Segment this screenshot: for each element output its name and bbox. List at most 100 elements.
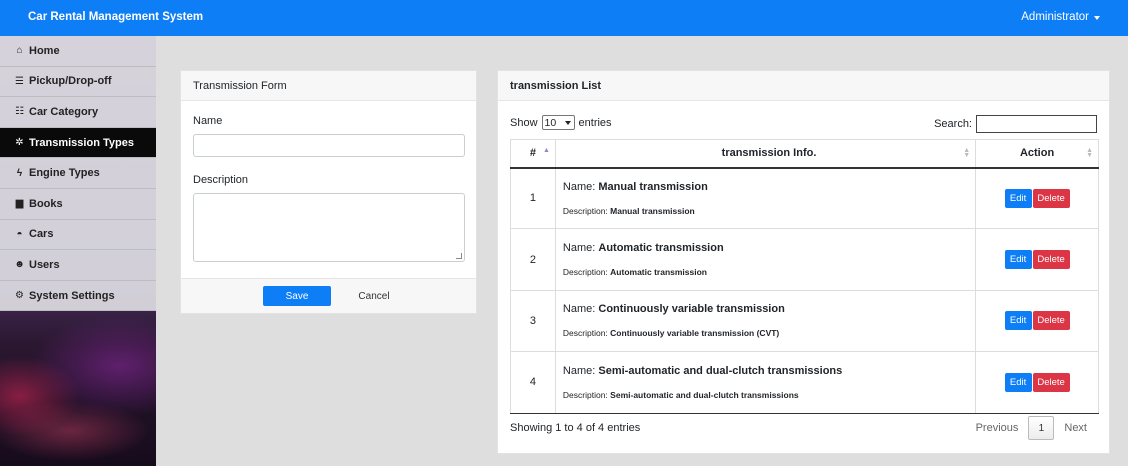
description-textarea[interactable]	[193, 193, 465, 262]
sidebar-item-label: Pickup/Drop-off	[29, 75, 112, 88]
delete-button[interactable]: Delete	[1032, 188, 1070, 208]
delete-button[interactable]: Delete	[1032, 250, 1070, 270]
sort-icon: ▲ ▼	[963, 147, 971, 159]
delete-button[interactable]: Delete	[1032, 311, 1070, 331]
save-button[interactable]: Save	[263, 286, 331, 306]
caret-down-icon	[1094, 15, 1100, 20]
cogs-icon: ⚙	[15, 290, 24, 302]
page-1-button[interactable]: 1	[1028, 416, 1055, 440]
description-value: Continuously variable transmission (CVT)	[610, 328, 780, 339]
sidebar-item-label: System Settings	[29, 289, 115, 302]
description-label: Description	[193, 174, 249, 186]
row-description: Description: Continuously variable trans…	[563, 328, 975, 338]
column-header-number[interactable]: # ▲	[510, 139, 556, 169]
sidebar-item-label: Engine Types	[29, 167, 100, 180]
edit-button[interactable]: Edit	[1004, 250, 1032, 270]
name-prefix: Name:	[562, 303, 596, 316]
sidebar-item-car-category[interactable]: ☷ Car Category	[0, 97, 156, 128]
description-prefix: Description:	[562, 328, 608, 339]
description-prefix: Description:	[562, 205, 608, 216]
name-value: Automatic transmission	[598, 242, 724, 255]
description-value: Automatic transmission	[610, 267, 707, 278]
edit-button[interactable]: Edit	[1004, 188, 1032, 208]
chevron-down-icon	[564, 121, 571, 125]
row-actions: Edit Delete	[975, 351, 1099, 414]
search-control: Search:	[934, 115, 1097, 133]
form-footer: Save Cancel	[181, 278, 476, 313]
search-input[interactable]	[976, 115, 1097, 133]
resize-grip-icon[interactable]	[456, 253, 462, 259]
row-description: Description: Semi-automatic and dual-clu…	[563, 390, 975, 400]
top-navbar: Car Rental Management System Administrat…	[0, 0, 1128, 36]
user-menu[interactable]: Administrator	[1021, 11, 1100, 23]
column-header-action[interactable]: Action ▲ ▼	[975, 139, 1099, 169]
description-value: Manual transmission	[610, 205, 695, 216]
row-number-text: 2	[529, 253, 537, 266]
sidebar-item-home[interactable]: ⌂ Home	[0, 36, 156, 67]
sidebar-item-label: Transmission Types	[29, 136, 134, 149]
row-name: Name: Manual transmission	[563, 181, 975, 193]
row-info: Name: Automatic transmission Description:…	[554, 228, 977, 291]
entries-value: 10	[544, 116, 557, 129]
edit-button[interactable]: Edit	[1004, 311, 1032, 331]
row-info: Name: Continuously variable transmission…	[554, 290, 977, 353]
row-actions: Edit Delete	[975, 228, 1099, 291]
form-title: Transmission Form	[181, 71, 476, 101]
pagination: Previous 1 Next	[966, 416, 1097, 440]
sidebar-item-label: Books	[29, 197, 63, 210]
row-number: 4	[510, 351, 556, 414]
row-name: Name: Automatic transmission	[563, 242, 975, 254]
column-header-info[interactable]: transmission Info. ▲ ▼	[554, 139, 977, 169]
previous-button[interactable]: Previous	[966, 422, 1029, 434]
row-number-text: 3	[529, 314, 537, 327]
transmission-list-card: transmission List Show 10 entries Search…	[497, 70, 1110, 454]
name-value: Continuously variable transmission	[598, 303, 785, 316]
table-row: 2 Name: Automatic transmission Description…	[510, 228, 1099, 291]
user-name: Administrator	[1021, 11, 1089, 23]
description-value: Semi-automatic and dual-clutch transmiss…	[610, 389, 799, 400]
row-description: Description: Manual transmission	[563, 206, 975, 216]
sidebar-item-books[interactable]: ▆ Books	[0, 188, 156, 220]
row-name: Name: Continuously variable transmission	[563, 303, 975, 315]
name-prefix: Name:	[562, 180, 596, 193]
next-button[interactable]: Next	[1054, 422, 1097, 434]
sidebar-item-transmission-types[interactable]: ✲ Transmission Types	[0, 127, 156, 159]
home-icon: ⌂	[16, 45, 23, 57]
name-value: Manual transmission	[598, 180, 708, 193]
delete-button[interactable]: Delete	[1032, 372, 1070, 392]
row-name: Name: Semi-automatic and dual-clutch tra…	[563, 365, 975, 377]
description-prefix: Description:	[562, 389, 608, 400]
list-ul-icon: ☷	[15, 106, 24, 118]
car-icon: ◓	[16, 228, 23, 240]
name-input[interactable]	[193, 134, 465, 157]
book-icon: ▆	[15, 198, 24, 210]
sidebar-item-system-settings[interactable]: ⚙ System Settings	[0, 280, 156, 312]
description-prefix: Description:	[562, 267, 608, 278]
table-row: 4 Name: Semi-automatic and dual-clutch tr…	[510, 351, 1099, 414]
name-label: Name	[193, 115, 223, 127]
sidebar-item-label: Home	[29, 44, 60, 57]
cancel-button[interactable]: Cancel	[354, 291, 394, 302]
row-number: 1	[510, 167, 556, 230]
table-info: Showing 1 to 4 of 4 entries	[510, 422, 641, 434]
name-prefix: Name:	[562, 364, 596, 377]
sidebar-item-cars[interactable]: ◓ Cars	[0, 219, 156, 251]
row-description: Description: Automatic transmission	[563, 267, 975, 277]
edit-button[interactable]: Edit	[1004, 372, 1032, 392]
show-label: Show	[510, 116, 538, 129]
row-number: 2	[510, 228, 556, 291]
table-row: 1 Name: Manual transmission Description: M…	[510, 167, 1099, 230]
sidebar-item-users[interactable]: ☻ Users	[0, 250, 156, 281]
sidebar-item-label: Users	[29, 258, 60, 271]
entries-select[interactable]: 10	[541, 115, 575, 130]
sort-icon: ▲ ▼	[1086, 147, 1093, 159]
bolt-icon: ϟ	[16, 167, 23, 179]
entries-control: Show 10 entries	[510, 115, 612, 130]
sidebar-item-label: Cars	[29, 228, 54, 241]
transmission-table: # ▲ transmission Info. ▲ ▼ Action ▲ ▼ 1 Nam…	[510, 139, 1099, 414]
row-actions: Edit Delete	[975, 290, 1099, 353]
sidebar-item-engine-types[interactable]: ϟ Engine Types	[0, 158, 156, 189]
app-title[interactable]: Car Rental Management System	[28, 11, 203, 23]
sidebar-menu: ⌂ Home ☰ Pickup/Drop-off ☷ Car Category ✲ Trans…	[0, 36, 156, 312]
sidebar-item-pickup-drop-off[interactable]: ☰ Pickup/Drop-off	[0, 66, 156, 98]
